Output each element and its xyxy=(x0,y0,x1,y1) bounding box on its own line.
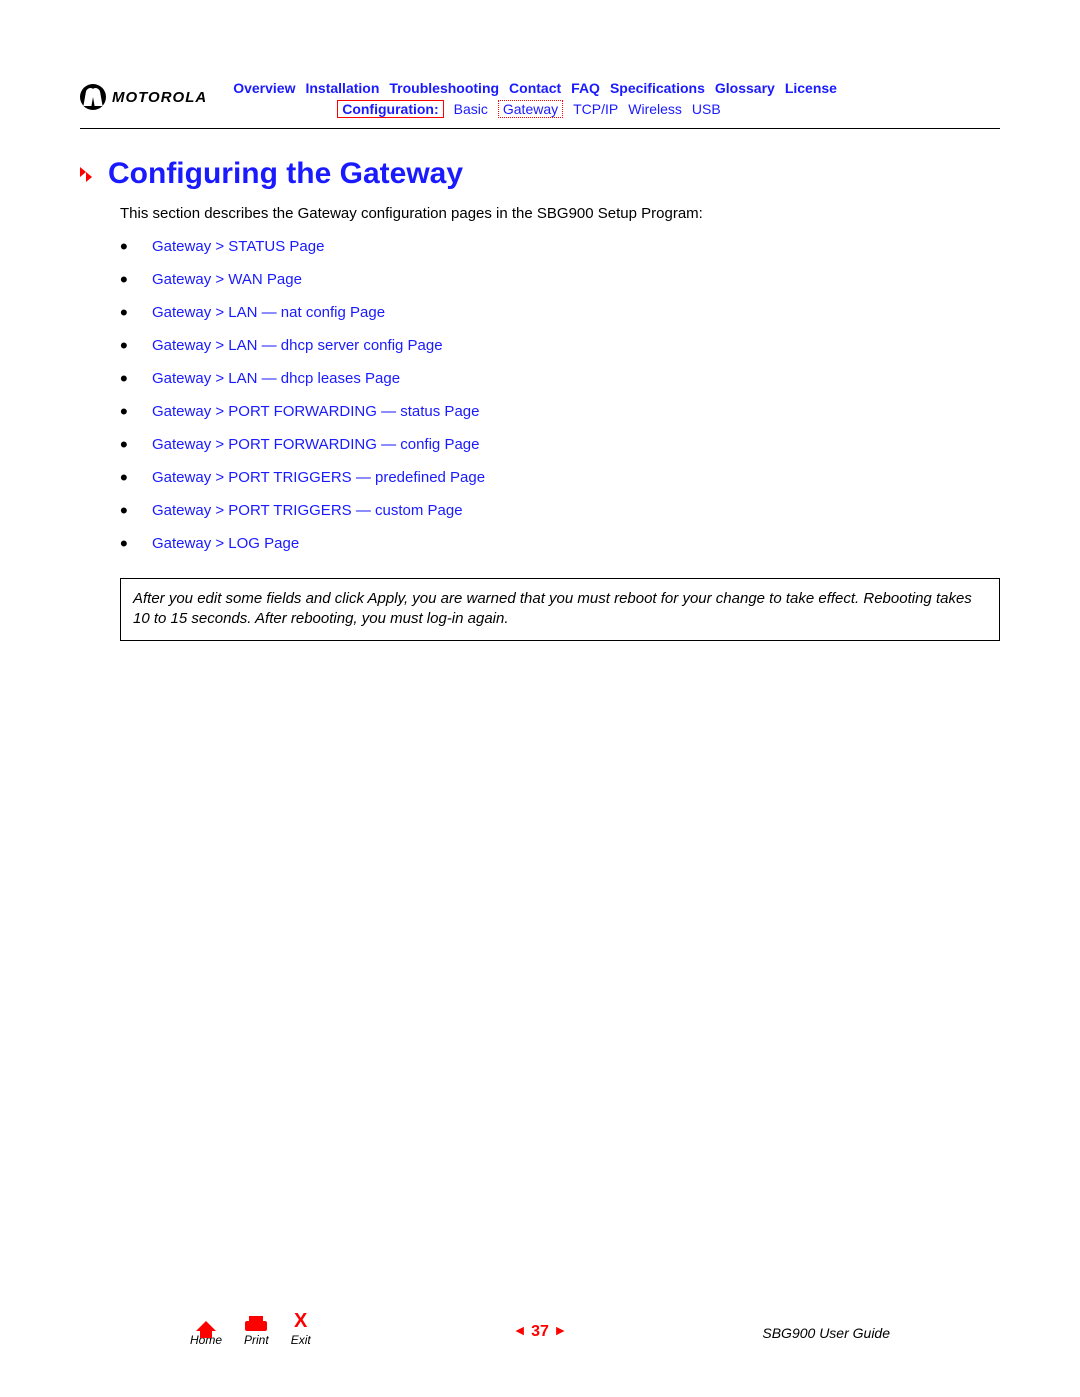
nav-faq[interactable]: FAQ xyxy=(571,80,600,96)
nav-primary-row: Overview Installation Troubleshooting Co… xyxy=(227,80,1000,96)
nav-overview[interactable]: Overview xyxy=(233,80,295,96)
page-number: 37 xyxy=(531,1323,549,1340)
nav-glossary[interactable]: Glossary xyxy=(715,80,775,96)
nav-secondary-row: Configuration: Basic Gateway TCP/IP Wire… xyxy=(227,100,1000,118)
header: MOTOROLA Overview Installation Troublesh… xyxy=(80,80,1000,118)
link-gateway-portfwd-config[interactable]: Gateway > PORT FORWARDING — config Page xyxy=(120,436,1000,453)
header-divider xyxy=(80,128,1000,129)
nav-installation[interactable]: Installation xyxy=(305,80,379,96)
nav-basic[interactable]: Basic xyxy=(454,101,488,117)
guide-title: SBG900 User Guide xyxy=(762,1325,890,1341)
nav-tcpip[interactable]: TCP/IP xyxy=(573,101,618,117)
section-marker-icon xyxy=(80,167,98,187)
brand-logo: MOTOROLA xyxy=(80,84,207,110)
page-title: Configuring the Gateway xyxy=(108,157,463,191)
footer: Home Print X Exit ◄ 37 ► SBG900 User Gui… xyxy=(80,1307,1000,1347)
nav-license[interactable]: License xyxy=(785,80,837,96)
link-gateway-lan-dhcp-leases[interactable]: Gateway > LAN — dhcp leases Page xyxy=(120,370,1000,387)
link-gateway-status[interactable]: Gateway > STATUS Page xyxy=(120,238,1000,255)
gateway-page-list: Gateway > STATUS Page Gateway > WAN Page… xyxy=(120,238,1000,552)
link-gateway-portfwd-status[interactable]: Gateway > PORT FORWARDING — status Page xyxy=(120,403,1000,420)
title-row: Configuring the Gateway xyxy=(80,157,1000,191)
prev-page-button[interactable]: ◄ xyxy=(513,1322,527,1338)
nav-gateway-current[interactable]: Gateway xyxy=(498,100,563,118)
document-page: MOTOROLA Overview Installation Troublesh… xyxy=(0,0,1080,1397)
nav-specifications[interactable]: Specifications xyxy=(610,80,705,96)
reboot-note-box: After you edit some fields and click App… xyxy=(120,578,1000,641)
next-page-button[interactable]: ► xyxy=(553,1322,567,1338)
link-gateway-porttrig-predefined[interactable]: Gateway > PORT TRIGGERS — predefined Pag… xyxy=(120,469,1000,486)
link-gateway-log[interactable]: Gateway > LOG Page xyxy=(120,535,1000,552)
nav-wireless[interactable]: Wireless xyxy=(628,101,682,117)
link-gateway-porttrig-custom[interactable]: Gateway > PORT TRIGGERS — custom Page xyxy=(120,502,1000,519)
nav-contact[interactable]: Contact xyxy=(509,80,561,96)
link-gateway-lan-nat[interactable]: Gateway > LAN — nat config Page xyxy=(120,304,1000,321)
nav-usb[interactable]: USB xyxy=(692,101,721,117)
nav-troubleshooting[interactable]: Troubleshooting xyxy=(389,80,499,96)
link-gateway-wan[interactable]: Gateway > WAN Page xyxy=(120,271,1000,288)
intro-paragraph: This section describes the Gateway confi… xyxy=(120,205,1000,222)
nav-configuration-label[interactable]: Configuration: xyxy=(337,100,443,118)
top-nav: Overview Installation Troubleshooting Co… xyxy=(227,80,1000,118)
motorola-batwing-icon xyxy=(80,84,106,110)
brand-name: MOTOROLA xyxy=(112,89,207,106)
link-gateway-lan-dhcp-server[interactable]: Gateway > LAN — dhcp server config Page xyxy=(120,337,1000,354)
